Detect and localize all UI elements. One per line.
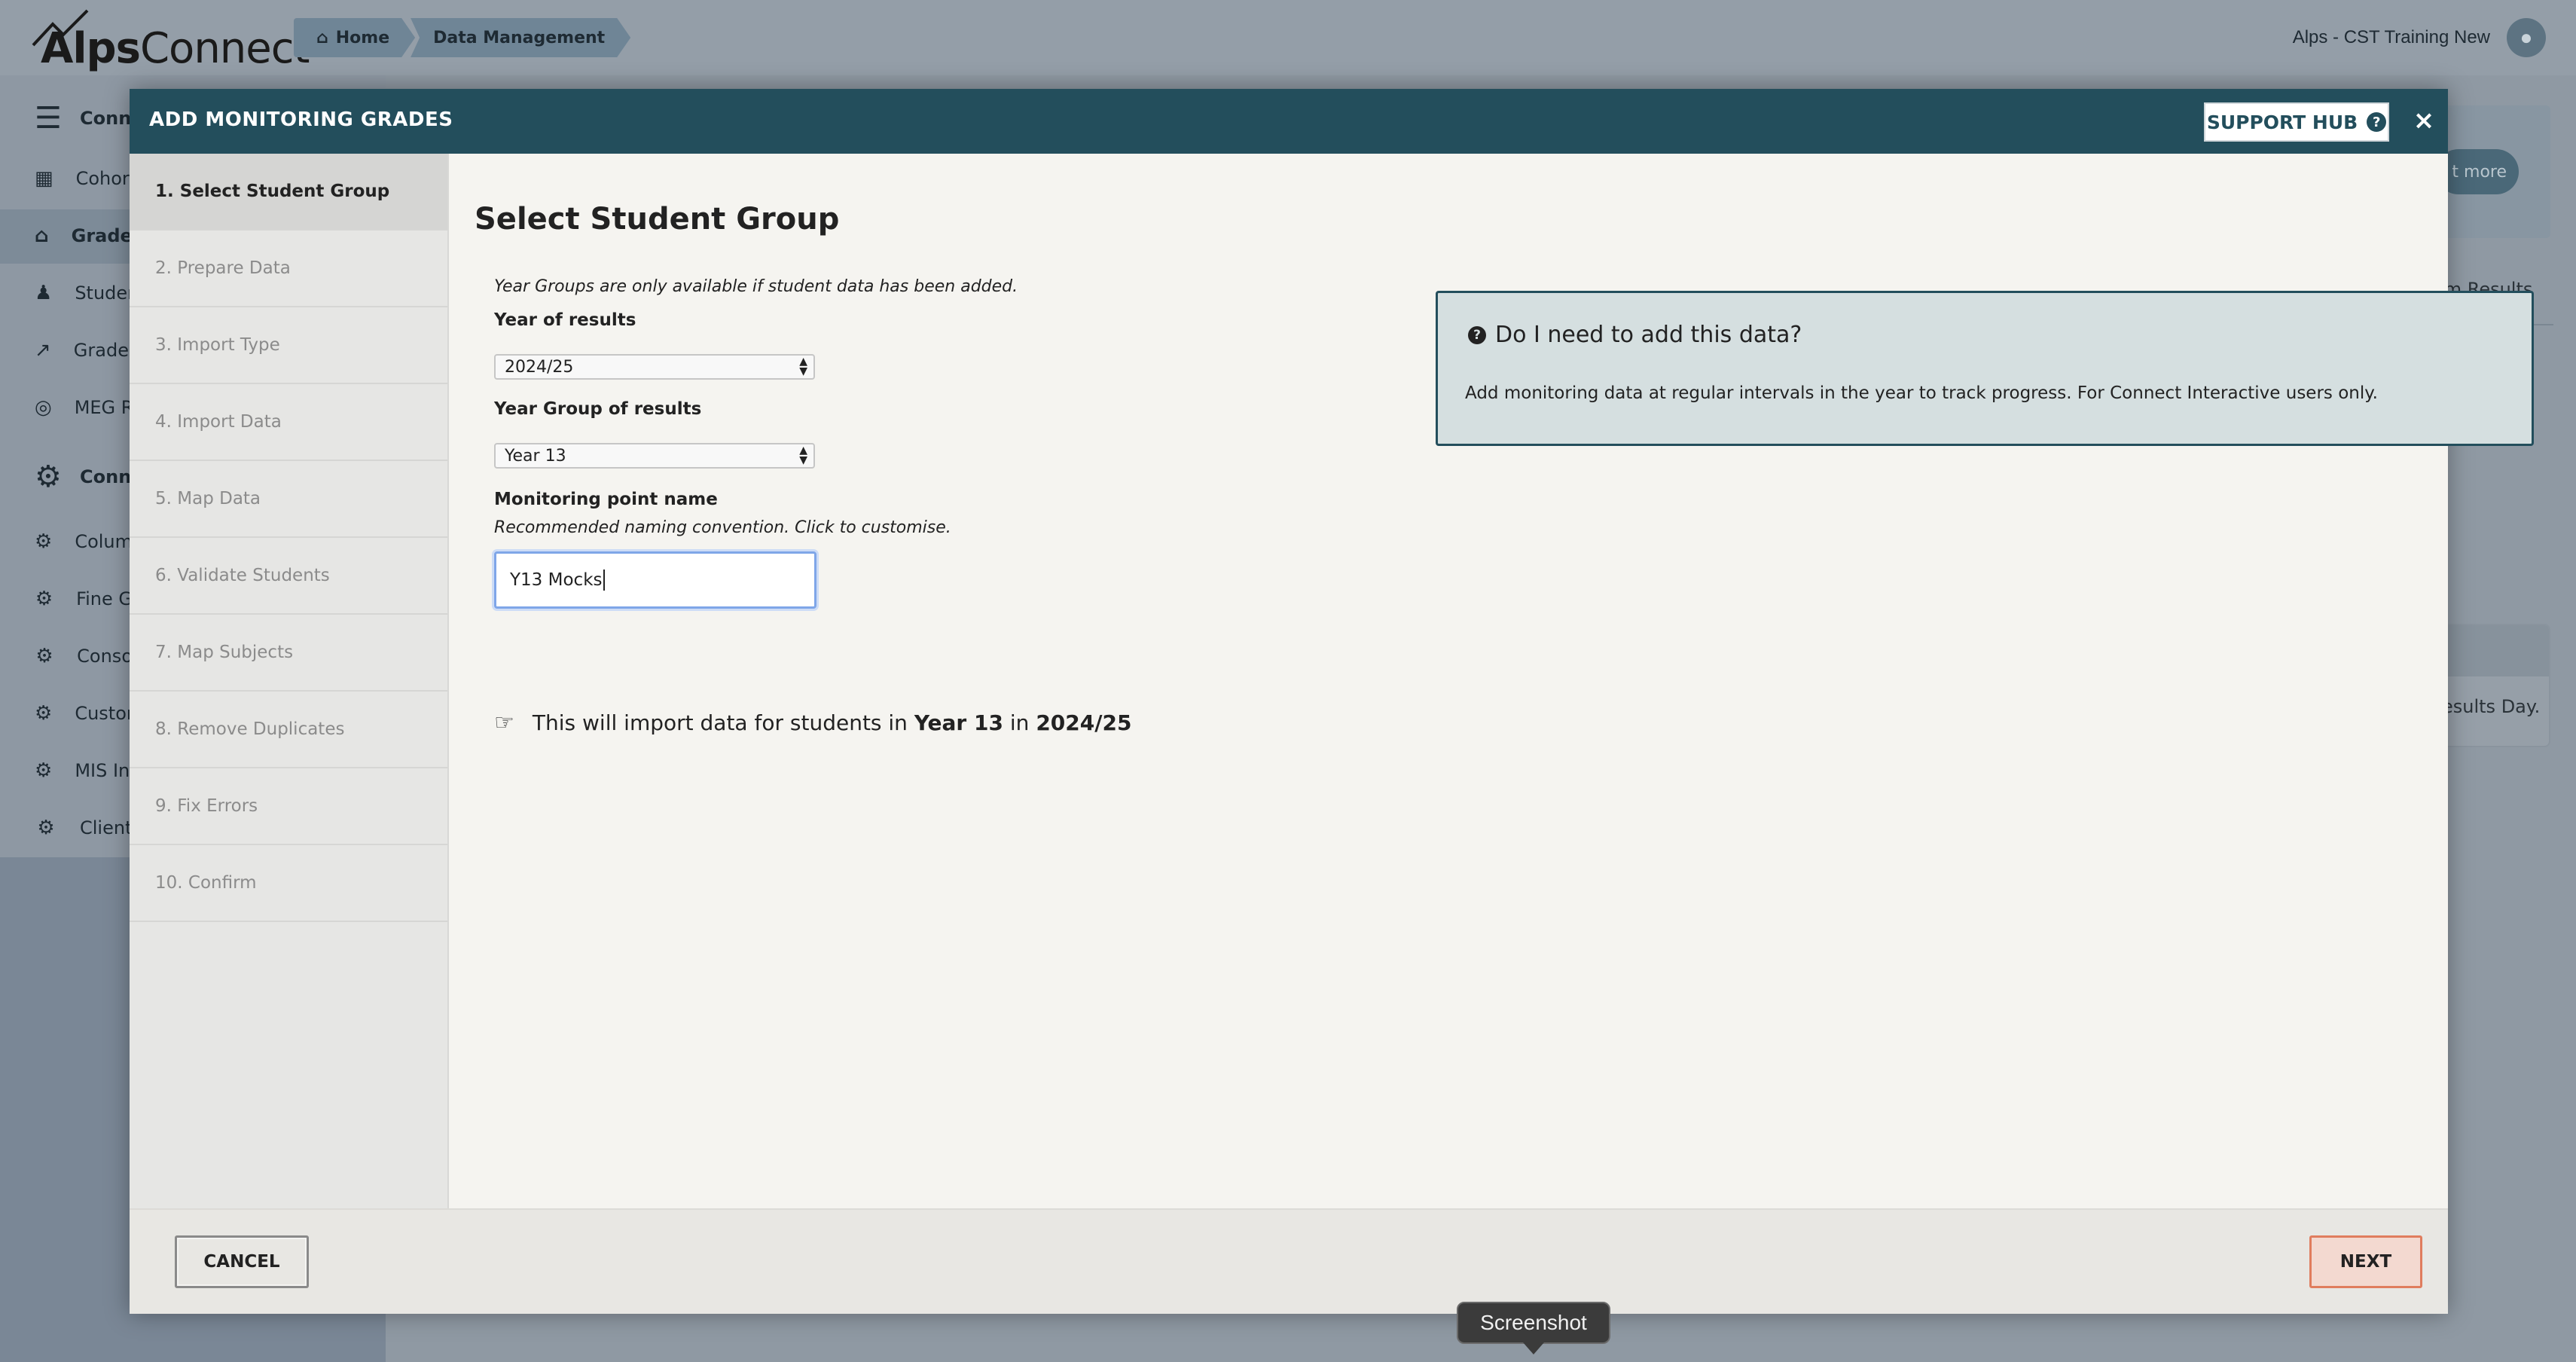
database-icon: ☰ [35, 101, 62, 136]
close-icon[interactable]: × [2409, 104, 2439, 137]
support-hub-label: SUPPORT HUB [2206, 111, 2358, 133]
select-arrows-icon: ▲ ▼ [799, 444, 807, 466]
step-map-data: 5. Map Data [130, 461, 447, 538]
gear-icon: ⚙ [35, 530, 53, 553]
gear-icon: ⚙ [35, 460, 62, 494]
sidebar-item-custom[interactable]: ⚙ Custor [35, 702, 133, 725]
step-import-type: 3. Import Type [130, 307, 447, 384]
naming-convention-hint: Recommended naming convention. Click to … [494, 518, 951, 537]
step-validate-students: 6. Validate Students [130, 538, 447, 615]
cancel-button[interactable]: CANCEL [175, 1235, 309, 1288]
sidebar-item-consortium[interactable]: ⚙ Conso [35, 645, 133, 667]
select-arrows-icon: ▲ ▼ [799, 356, 807, 377]
modal-header: ADD MONITORING GRADES SUPPORT HUB ? × [130, 89, 2448, 154]
year-of-results-label: Year of results [494, 310, 636, 330]
gear-icon: ⚙ [37, 817, 55, 839]
import-summary-text: This will import data for students in Ye… [532, 710, 1132, 735]
top-bar: AlpsConnect ⌂ Home Data Management Alps -… [0, 0, 2576, 75]
year-groups-hint: Year Groups are only available if studen… [494, 277, 1018, 296]
info-panel: ? Do I need to add this data? Add monito… [1436, 291, 2534, 446]
step-import-data: 4. Import Data [130, 384, 447, 461]
sidebar-item-columns[interactable]: ⚙ Colum [35, 530, 133, 553]
info-panel-title: ? Do I need to add this data? [1468, 322, 1802, 348]
user-name: Alps - CST Training New [2292, 27, 2490, 47]
import-summary: ☞ This will import data for students in … [494, 710, 1131, 736]
sidebar-section-connect-settings[interactable]: ⚙Conne [35, 460, 133, 494]
sidebar-item-grades[interactable]: ⌂Grades [35, 224, 133, 247]
user-menu[interactable]: Alps - CST Training New ● [2293, 18, 2546, 57]
monitoring-point-name-input[interactable]: Y13 Mocks [494, 551, 816, 609]
logo-text: AlpsConnect [41, 24, 310, 73]
sidebar-item-fine-grades[interactable]: ⚙ Fine G [35, 588, 133, 610]
target-icon: ◎ [35, 396, 52, 419]
year-group-select[interactable]: Year 13 ▲ ▼ [494, 443, 815, 469]
pointing-hand-icon: ☞ [494, 710, 514, 736]
sidebar-item-grades-chart[interactable]: ↗ Grades [35, 339, 133, 362]
step-confirm: 10. Confirm [130, 845, 447, 922]
breadcrumb-data-management[interactable]: Data Management [411, 18, 630, 57]
year-group-label: Year Group of results [494, 399, 702, 419]
next-button[interactable]: NEXT [2309, 1235, 2422, 1288]
tooltip-arrow [1523, 1342, 1544, 1354]
sidebar-item-mis-integration[interactable]: ⚙ MIS Int [35, 759, 133, 782]
year-of-results-value: 2024/25 [505, 357, 574, 377]
year-of-results-select[interactable]: 2024/25 ▲ ▼ [494, 354, 815, 380]
table-icon: ▦ [35, 167, 53, 190]
gear-icon: ⚙ [35, 759, 53, 782]
modal-title: ADD MONITORING GRADES [149, 108, 453, 131]
sidebar-item-students[interactable]: ♟ Studen [35, 282, 133, 304]
graduation-cap-icon: ⌂ [35, 224, 49, 247]
gear-icon: ⚙ [35, 702, 53, 725]
breadcrumb: ⌂ Home Data Management [294, 18, 626, 57]
monitoring-point-value: Y13 Mocks [510, 570, 603, 590]
gear-icon: ⚙ [35, 645, 53, 667]
breadcrumb-home[interactable]: ⌂ Home [294, 18, 415, 57]
sidebar-item-client[interactable]: ⚙ Client [35, 817, 133, 839]
question-circle-icon: ? [2367, 112, 2387, 132]
wizard-steps: 1. Select Student Group 2. Prepare Data … [130, 154, 449, 1208]
modal-footer: CANCEL NEXT [130, 1208, 2448, 1314]
text-caret [603, 570, 605, 591]
support-hub-button[interactable]: SUPPORT HUB ? [2204, 102, 2389, 142]
home-icon: ⌂ [316, 28, 328, 47]
monitoring-point-label: Monitoring point name [494, 490, 718, 509]
user-avatar-icon[interactable]: ● [2507, 18, 2546, 57]
page-title: Select Student Group [475, 202, 840, 237]
step-map-subjects: 7. Map Subjects [130, 615, 447, 692]
step-fix-errors: 9. Fix Errors [130, 768, 447, 845]
step-prepare-data: 2. Prepare Data [130, 231, 447, 307]
year-group-value: Year 13 [505, 446, 566, 466]
student-icon: ♟ [35, 282, 53, 304]
gear-icon: ⚙ [35, 588, 53, 610]
sidebar-item-cohort[interactable]: ▦ Cohort [35, 167, 133, 190]
line-chart-icon: ↗ [35, 339, 51, 362]
screenshot-tooltip: Screenshot [1457, 1302, 1610, 1344]
modal-content: Select Student Group Year Groups are onl… [449, 154, 2534, 1208]
sidebar-section-connect-data[interactable]: ☰Conne [35, 101, 133, 136]
learn-more-button[interactable]: t more [2436, 149, 2519, 194]
sidebar-item-meg[interactable]: ◎ MEG R [35, 396, 133, 419]
step-remove-duplicates: 8. Remove Duplicates [130, 692, 447, 768]
info-panel-body: Add monitoring data at regular intervals… [1465, 383, 2378, 403]
step-select-student-group[interactable]: 1. Select Student Group [130, 154, 447, 231]
results-card-text: esults Day. [2442, 696, 2541, 717]
add-monitoring-grades-modal: ADD MONITORING GRADES SUPPORT HUB ? × 1.… [130, 89, 2534, 1314]
question-circle-icon: ? [1468, 325, 1486, 344]
